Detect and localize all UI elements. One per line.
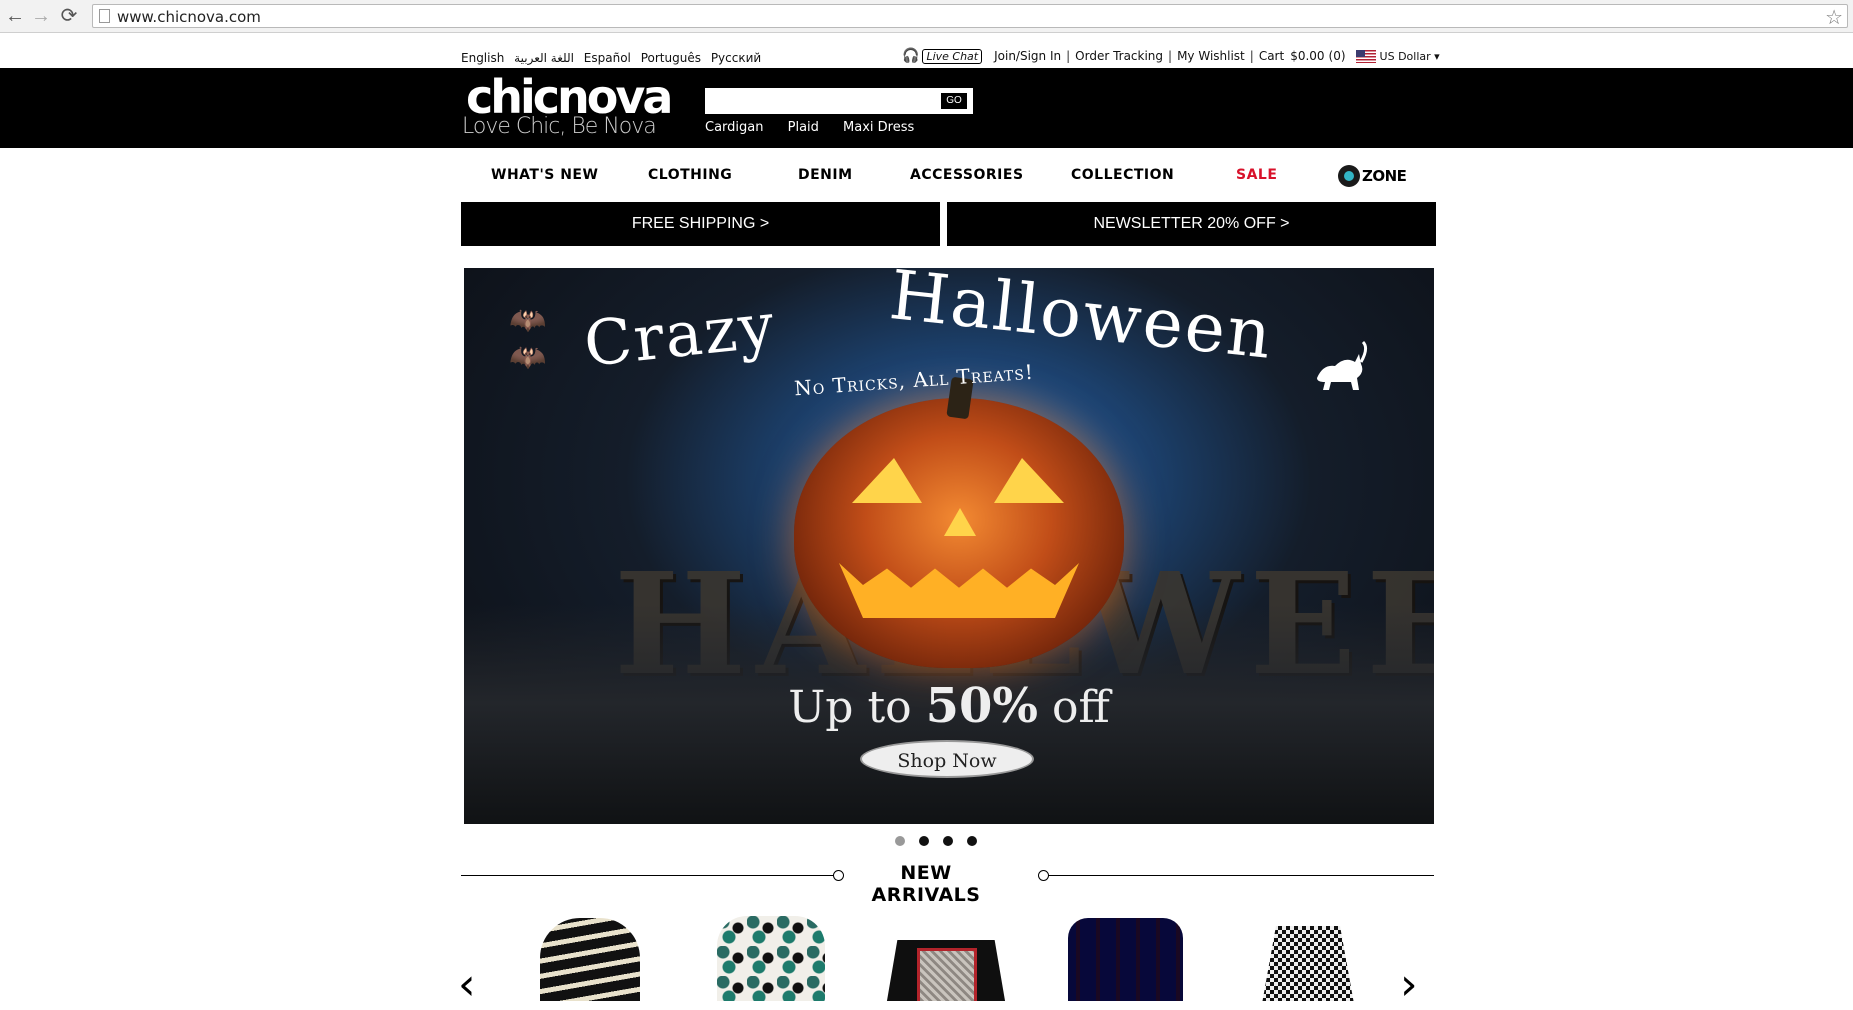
product-card[interactable] <box>695 908 845 1001</box>
search-input[interactable] <box>705 88 937 114</box>
bookmark-star-icon[interactable]: ☆ <box>1825 5 1843 30</box>
banner-offer: Up to 50% off <box>788 678 1110 734</box>
lang-russian[interactable]: Русский <box>711 51 761 65</box>
main-nav: WHAT'S NEW CLOTHING DENIM ACCESSORIES CO… <box>461 148 1437 198</box>
back-icon[interactable]: ← <box>4 5 26 27</box>
browser-toolbar: ← → ⟳ www.chicnova.com ☆ <box>0 0 1853 33</box>
cart-link[interactable]: Cart <box>1259 49 1284 63</box>
search-box: GO <box>705 88 973 114</box>
banner-title-crazy: Crazy <box>580 288 780 381</box>
product-card[interactable] <box>1233 908 1383 1001</box>
carousel-next-button[interactable]: › <box>1400 963 1418 1007</box>
new-arrivals-title: NEW ARRIVALS <box>871 862 981 906</box>
bat-icon: 🦇 <box>509 341 547 374</box>
product-card[interactable] <box>1048 908 1198 1001</box>
hot-search-maxi-dress[interactable]: Maxi Dress <box>843 120 914 135</box>
divider-circle-left <box>833 870 844 881</box>
page-icon <box>99 9 110 23</box>
nav-accessories[interactable]: ACCESSORIES <box>910 167 1024 183</box>
product-card[interactable] <box>512 908 662 1001</box>
hot-search-cardigan[interactable]: Cardigan <box>705 120 763 135</box>
carousel-dots <box>895 836 977 846</box>
us-flag-icon <box>1355 49 1376 63</box>
url-text[interactable]: www.chicnova.com <box>117 8 261 26</box>
product-image-leopard-shirt <box>717 916 825 1001</box>
divider-right <box>1048 875 1434 876</box>
carousel-dot-3[interactable] <box>943 836 953 846</box>
cart-total[interactable]: $0.00 <box>1290 49 1324 63</box>
utility-bar: English اللغة العربية Español Português … <box>0 33 1853 68</box>
site-tagline: Love Chic, Be Nova <box>462 114 657 139</box>
lang-english[interactable]: English <box>461 51 504 65</box>
divider-left <box>461 875 838 876</box>
product-image-striped-sweater <box>540 918 640 1001</box>
bat-icon: 🦇 <box>509 304 547 337</box>
product-card[interactable] <box>872 908 1022 1001</box>
product-image-plaid-shirt <box>1068 918 1183 1001</box>
pumpkin-nose <box>944 508 976 536</box>
banner-title-halloween: Halloween <box>885 268 1277 375</box>
lang-spanish[interactable]: Español <box>584 51 631 65</box>
czone-label: ZONE <box>1362 167 1407 185</box>
nav-clothing[interactable]: CLOTHING <box>648 167 732 183</box>
reload-icon[interactable]: ⟳ <box>58 5 80 27</box>
pumpkin-mouth <box>839 563 1079 618</box>
newsletter-banner[interactable]: NEWSLETTER 20% OFF > <box>947 202 1436 246</box>
product-image-houndstooth-skirt <box>1258 926 1358 1001</box>
language-selector: English اللغة العربية Español Português … <box>461 51 767 65</box>
lang-arabic[interactable]: اللغة العربية <box>514 51 574 65</box>
shop-now-button[interactable]: Shop Now <box>860 740 1034 778</box>
headset-icon: 🎧 <box>902 48 920 64</box>
search-go-button[interactable]: GO <box>941 93 967 109</box>
address-bar[interactable]: www.chicnova.com ☆ <box>92 4 1848 30</box>
nav-whats-new[interactable]: WHAT'S NEW <box>491 167 598 183</box>
lang-portuguese[interactable]: Português <box>641 51 701 65</box>
account-links: 🎧 Live Chat Join/Sign In | Order Trackin… <box>902 48 1440 64</box>
nav-collection[interactable]: COLLECTION <box>1071 167 1174 183</box>
black-cat-icon <box>1317 340 1368 390</box>
wishlist-link[interactable]: My Wishlist <box>1177 49 1245 63</box>
pumpkin-eye-left <box>852 458 922 503</box>
hot-search-plaid[interactable]: Plaid <box>788 120 819 135</box>
order-tracking-link[interactable]: Order Tracking <box>1075 49 1163 63</box>
hero-banner[interactable]: HALLWEE 🦇 🦇 Crazy Halloween No Tricks, A… <box>464 268 1434 824</box>
live-chat-button[interactable]: Live Chat <box>922 48 983 64</box>
forward-icon[interactable]: → <box>30 5 52 27</box>
hot-searches: Cardigan Plaid Maxi Dress <box>705 120 934 135</box>
cart-count[interactable]: (0) <box>1329 49 1346 63</box>
nav-czone[interactable]: ZONE <box>1338 165 1407 187</box>
pumpkin-eye-right <box>994 458 1064 503</box>
currency-selector[interactable]: US Dollar ▾ <box>1380 50 1440 63</box>
carousel-dot-1[interactable] <box>895 836 905 846</box>
carousel-prev-button[interactable]: ‹ <box>458 963 476 1007</box>
join-sign-in-link[interactable]: Join/Sign In <box>994 49 1061 63</box>
carousel-dot-4[interactable] <box>967 836 977 846</box>
site-header: chicnova Love Chic, Be Nova GO Cardigan … <box>0 68 1853 148</box>
czone-logo-icon <box>1338 165 1360 187</box>
nav-sale[interactable]: SALE <box>1236 167 1277 183</box>
free-shipping-banner[interactable]: FREE SHIPPING > <box>461 202 940 246</box>
banner-offer-value: 50% <box>925 678 1039 734</box>
pumpkin-illustration <box>794 376 1124 668</box>
carousel-dot-2[interactable] <box>919 836 929 846</box>
banner-subtitle: No Tricks, All Treats! <box>793 359 1035 401</box>
nav-denim[interactable]: DENIM <box>798 167 853 183</box>
